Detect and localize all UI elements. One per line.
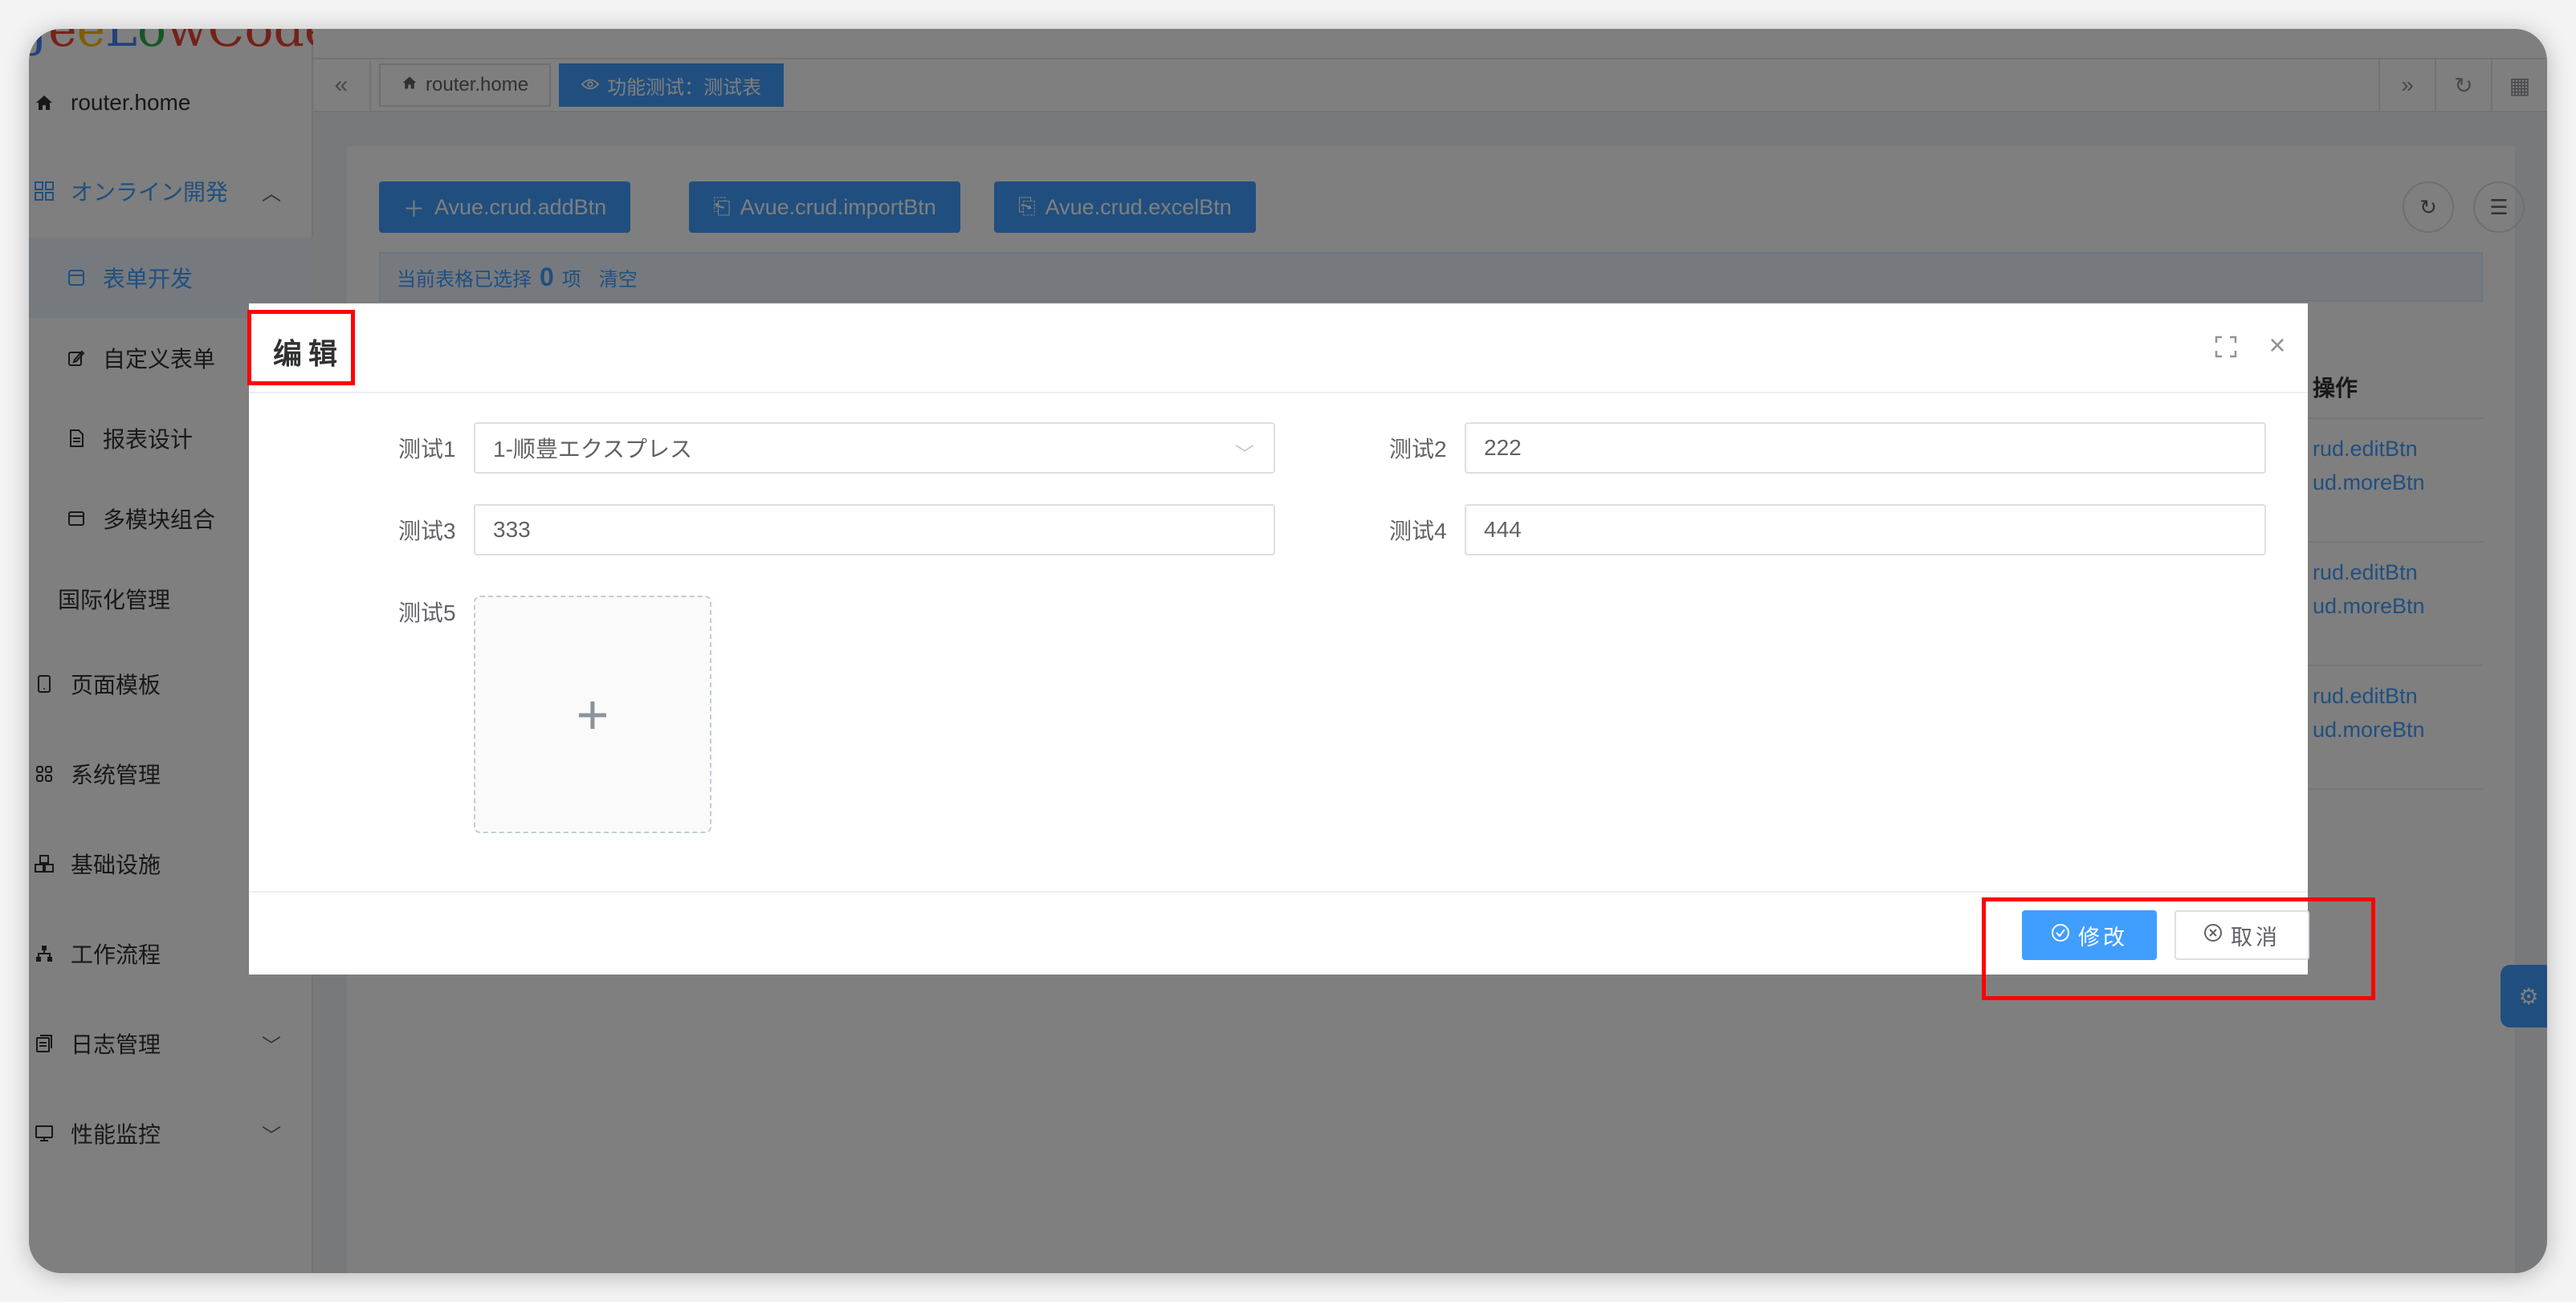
cancel-button[interactable]: 取消 [2175, 910, 2309, 960]
image-upload-box[interactable]: + [474, 596, 711, 833]
field-label-test3: 测试3 [398, 519, 456, 543]
close-icon[interactable]: × [2264, 331, 2290, 360]
submit-button-label: 修改 [2078, 925, 2128, 950]
check-circle-icon [2051, 923, 2070, 948]
test4-input[interactable]: 444 [1465, 504, 2266, 555]
field-label-test4: 测试4 [1389, 519, 1447, 543]
test3-value: 333 [493, 517, 531, 542]
cancel-button-label: 取消 [2231, 925, 2280, 950]
field-label-test1: 测试1 [398, 437, 456, 462]
title-highlight-box [247, 310, 355, 385]
close-circle-icon [2203, 923, 2223, 948]
plus-icon: + [576, 683, 609, 746]
fullscreen-icon[interactable] [2215, 336, 2237, 358]
test4-value: 444 [1484, 517, 1522, 542]
field-label-test5: 测试5 [398, 600, 456, 625]
dialog-footer: 修改 取消 [249, 891, 2375, 1000]
submit-button[interactable]: 修改 [2022, 910, 2157, 960]
test2-value: 222 [1484, 435, 1522, 460]
field-label-test2: 测试2 [1389, 437, 1447, 462]
test1-value: 1-顺豊エクスプレス [493, 437, 693, 462]
test2-input[interactable]: 222 [1465, 422, 2266, 474]
edit-dialog: 编辑 × 测试1 1-顺豊エクスプレス ﹀ 测试2 222 测试3 333 测试… [247, 303, 2375, 1000]
app-window: JeeLowCode router.home オンライン開発 ︿ 表单开发 自定… [29, 29, 2547, 1273]
dialog-header: 编辑 × [247, 303, 2308, 393]
test3-input[interactable]: 333 [474, 504, 1275, 555]
test1-select[interactable]: 1-顺豊エクスプレス ﹀ [474, 422, 1275, 474]
chevron-down-icon: ﹀ [1235, 444, 1254, 466]
